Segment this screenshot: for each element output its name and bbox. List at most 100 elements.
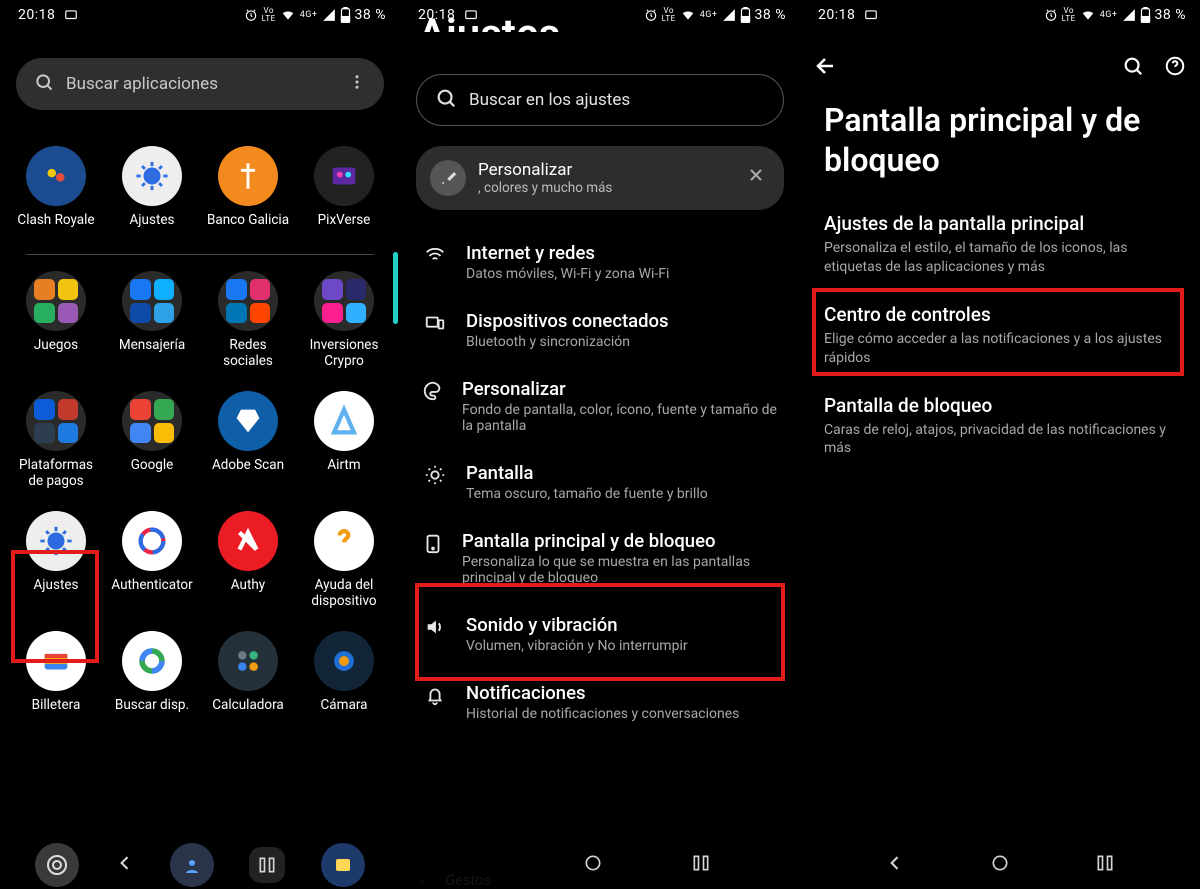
dock-app[interactable] (170, 843, 214, 887)
settings-row-devices[interactable]: Dispositivos conectadosBluetooth y sincr… (400, 296, 800, 364)
app-label: Authy (231, 577, 265, 611)
app-folder-crypto-icon[interactable]: Inversiones Crypro (296, 263, 392, 377)
wallet-icon (26, 631, 86, 691)
lock-icon (422, 530, 444, 554)
app-authenticator-icon[interactable]: Authenticator (104, 503, 200, 617)
app-drawer[interactable]: Clash RoyaleAjustesBanco GaliciaPixVerse… (0, 126, 400, 737)
app-device-help-icon[interactable]: Ayuda del dispositivo (296, 503, 392, 617)
app-label: Plataformas de pagos (12, 457, 100, 491)
app-label: Clash Royale (17, 212, 94, 246)
settings-list[interactable]: Internet y redesDatos móviles, Wi-Fi y z… (400, 220, 800, 736)
folder-games-icon (26, 271, 86, 331)
battery-icon (340, 7, 351, 23)
subsetting-item[interactable]: Pantalla de bloqueoCaras de reloj, atajo… (800, 382, 1200, 473)
app-clash-royale-icon[interactable]: Clash Royale (8, 138, 104, 252)
item-title: Ajustes de la pantalla principal (824, 212, 1176, 235)
back-button[interactable] (814, 54, 838, 82)
dock (0, 841, 400, 889)
personalize-promo[interactable]: Personalizar , colores y mucho más (416, 146, 784, 210)
app-folder-google-icon[interactable]: Google (104, 383, 200, 497)
folder-crypto-icon (314, 271, 374, 331)
app-pixverse-icon[interactable]: PixVerse (296, 138, 392, 252)
nav-recents-icon[interactable] (691, 853, 711, 877)
app-label: Adobe Scan (212, 457, 284, 491)
app-folder-games-icon[interactable]: Juegos (8, 263, 104, 377)
nav-home-icon[interactable] (990, 853, 1010, 877)
settings-row-palette[interactable]: PersonalizarFondo de pantalla, color, íc… (400, 364, 800, 448)
app-label: Ajustes (34, 577, 79, 611)
adobe-scan-icon (218, 391, 278, 451)
app-settings-icon[interactable]: Ajustes (104, 138, 200, 252)
app-banco-galicia-icon[interactable]: Banco Galicia (200, 138, 296, 252)
clash-royale-icon (26, 146, 86, 206)
settings-row-volume[interactable]: Sonido y vibraciónVolumen, vibración y N… (400, 600, 800, 668)
nav-home-icon[interactable] (583, 853, 603, 877)
nav-back-icon[interactable] (115, 853, 135, 877)
app-calculator-icon[interactable]: Calculadora (200, 623, 296, 737)
dock-app[interactable] (35, 843, 79, 887)
subsetting-item[interactable]: Centro de controlesElige cómo acceder a … (800, 291, 1200, 382)
status-bar: 20:18 VoLTE 4G+ 38 % (800, 0, 1200, 30)
app-label: Billetera (32, 697, 81, 731)
settings-icon (26, 511, 86, 571)
item-sub: Elige cómo acceder a las notificaciones … (824, 330, 1176, 368)
settings-row-title: Pantalla principal y de bloqueo (462, 530, 778, 552)
app-folder-messaging-icon[interactable]: Mensajería (104, 263, 200, 377)
dock-app[interactable] (321, 843, 365, 887)
app-label: Banco Galicia (207, 212, 289, 246)
folder-payments-icon (26, 391, 86, 451)
app-label: Mensajería (119, 337, 185, 371)
divider (26, 254, 374, 255)
folder-social-icon (218, 271, 278, 331)
pixverse-icon (314, 146, 374, 206)
find-device-icon (122, 631, 182, 691)
app-settings-icon[interactable]: Ajustes (8, 503, 104, 617)
settings-row-bell[interactable]: NotificacionesHistorial de notificacione… (400, 668, 800, 736)
settings-search[interactable]: Buscar en los ajustes (416, 74, 784, 126)
app-label: Authenticator (111, 577, 192, 611)
app-row: Plataformas de pagos Google Adobe Scan Airt… (8, 377, 392, 497)
app-search[interactable]: Buscar aplicaciones (16, 58, 384, 110)
help-icon[interactable] (1164, 55, 1186, 81)
app-wallet-icon[interactable]: Billetera (8, 623, 104, 737)
app-label: Calculadora (212, 697, 284, 731)
authy-icon (218, 511, 278, 571)
settings-row-sub: Datos móviles, Wi-Fi y zona Wi-Fi (466, 266, 669, 282)
nav-bar: ◦ (400, 841, 800, 889)
signal-icon (322, 8, 336, 22)
app-label: Redes sociales (204, 337, 292, 371)
settings-row-sub: Bluetooth y sincronización (466, 334, 669, 350)
volte-icon: VoLTE (262, 7, 276, 23)
status-bar: 20:18 VoLTE 4G+ 38 % (0, 0, 400, 30)
folder-google-icon (122, 391, 182, 451)
network-label: 4G+ (300, 10, 318, 20)
dock-app[interactable] (249, 847, 285, 883)
wifi-icon (280, 8, 296, 22)
app-camera-icon[interactable]: Cámara (296, 623, 392, 737)
app-folder-payments-icon[interactable]: Plataformas de pagos (8, 383, 104, 497)
settings-row-lock[interactable]: Pantalla principal y de bloqueoPersonali… (400, 516, 800, 600)
app-adobe-scan-icon[interactable]: Adobe Scan (200, 383, 296, 497)
app-airtm-icon[interactable]: Airtm (296, 383, 392, 497)
app-label: PixVerse (318, 212, 371, 246)
nav-back-icon[interactable] (885, 853, 905, 877)
authenticator-icon (122, 511, 182, 571)
search-icon[interactable] (1122, 55, 1144, 81)
app-authy-icon[interactable]: Authy (200, 503, 296, 617)
settings-row-wifi[interactable]: Internet y redesDatos móviles, Wi-Fi y z… (400, 228, 800, 296)
nav-recents-icon[interactable] (1095, 853, 1115, 877)
bell-icon (422, 682, 448, 706)
settings-sublist[interactable]: Ajustes de la pantalla principalPersonal… (800, 200, 1200, 472)
device-help-icon (314, 511, 374, 571)
close-icon[interactable] (742, 165, 770, 191)
app-find-device-icon[interactable]: Buscar disp. (104, 623, 200, 737)
scroll-indicator[interactable] (393, 252, 398, 324)
settings-row-brightness[interactable]: PantallaTema oscuro, tamaño de fuente y … (400, 448, 800, 516)
battery-icon (1140, 7, 1151, 23)
app-label: Google (131, 457, 174, 491)
subsetting-item[interactable]: Ajustes de la pantalla principalPersonal… (800, 200, 1200, 291)
app-row: Juegos Mensajería Redes socialesInversione… (8, 257, 392, 377)
app-folder-social-icon[interactable]: Redes sociales (200, 263, 296, 377)
overflow-icon[interactable] (348, 73, 366, 96)
app-row: Ajustes Authenticator Authy Ayuda del dispo… (8, 497, 392, 617)
